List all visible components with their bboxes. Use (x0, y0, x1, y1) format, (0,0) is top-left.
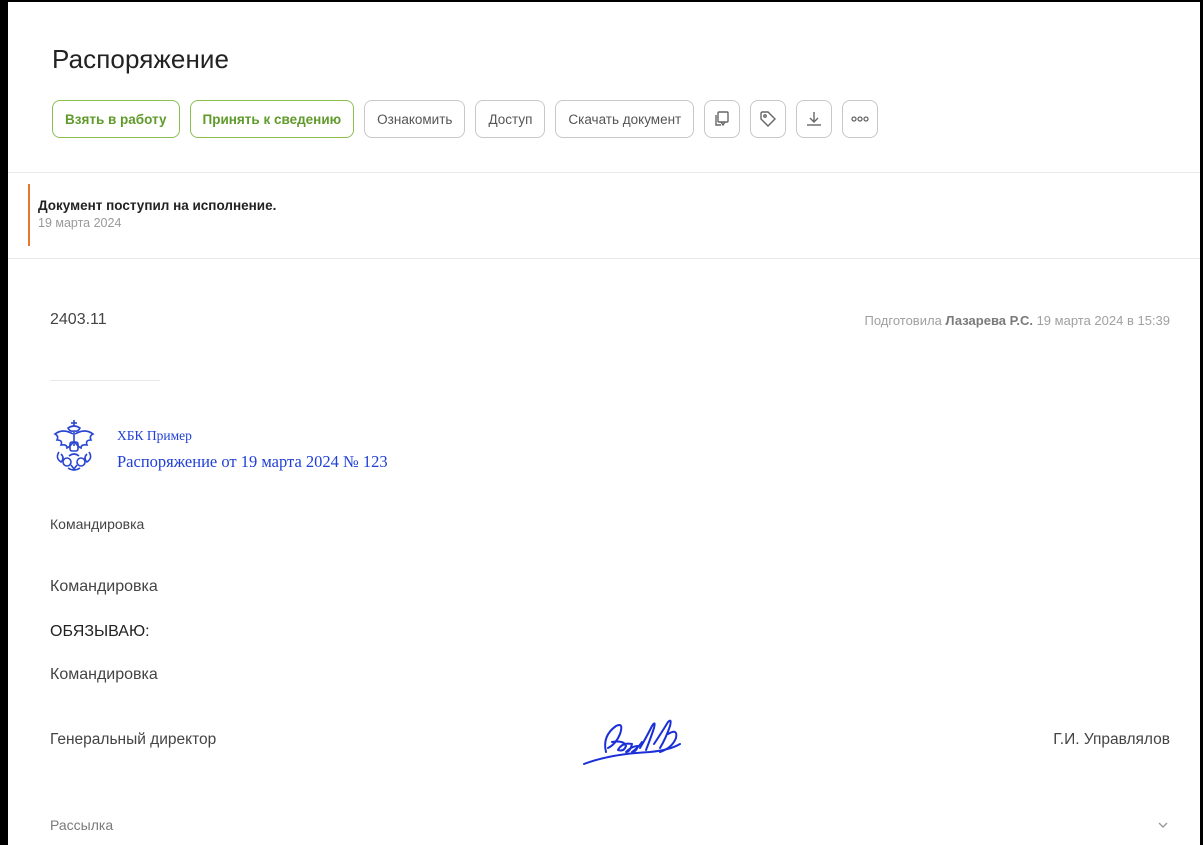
tag-button[interactable] (750, 100, 787, 138)
resolution-icon (715, 111, 729, 127)
action-toolbar: Взять в работу Принять к сведению Ознако… (52, 100, 879, 138)
chevron-down-icon[interactable] (1156, 818, 1170, 832)
tag-icon (760, 111, 777, 127)
signer-name: Г.И. Управлялов (1053, 731, 1170, 748)
notice-date: 19 марта 2024 (38, 216, 122, 230)
document-number: 2403.11 (50, 311, 107, 328)
notice-text: Документ поступил на исполнение. (38, 198, 277, 213)
more-icon (851, 116, 869, 122)
access-button[interactable]: Доступ (475, 100, 546, 138)
download-button[interactable] (796, 100, 833, 138)
order-paragraph: Командировка (50, 666, 158, 683)
signer-position: Генеральный директор (50, 731, 217, 748)
download-document-button[interactable]: Скачать документ (555, 100, 695, 138)
divider (50, 380, 160, 381)
document-page: Распоряжение Взять в работу Принять к св… (0, 0, 1203, 845)
order-subject: Командировка (50, 516, 145, 532)
signature-image (583, 719, 681, 765)
order-heading: Распоряжение от 19 марта 2024 № 123 (117, 452, 388, 471)
prepared-by-info: Подготовила Лазарева Р.С. 19 марта 2024 … (865, 313, 1171, 328)
order-paragraph: Командировка (50, 578, 158, 595)
prepared-timestamp: 19 марта 2024 в 15:39 (1036, 313, 1170, 328)
download-icon (807, 112, 822, 126)
prepared-author: Лазарева Р.С. (945, 313, 1033, 328)
resolution-button[interactable] (704, 100, 741, 138)
acknowledge-button[interactable]: Принять к сведению (189, 100, 355, 138)
mailing-section-toggle[interactable]: Рассылка (50, 817, 113, 833)
window-border-top (0, 0, 1203, 2)
divider (8, 172, 1200, 173)
organization-name: ХБК Пример (117, 428, 192, 443)
divider (8, 258, 1200, 259)
take-to-work-button[interactable]: Взять в работу (52, 100, 180, 138)
page-title: Распоряжение (52, 44, 230, 74)
status-notice: Документ поступил на исполнение. 19 март… (28, 184, 276, 246)
coat-of-arms-icon (53, 420, 95, 471)
more-button[interactable] (842, 100, 879, 138)
window-border-left (0, 0, 8, 845)
prepared-prefix: Подготовила (864, 313, 942, 328)
order-obligation-heading: ОБЯЗЫВАЮ: (50, 623, 150, 640)
familiarize-button[interactable]: Ознакомить (364, 100, 466, 138)
